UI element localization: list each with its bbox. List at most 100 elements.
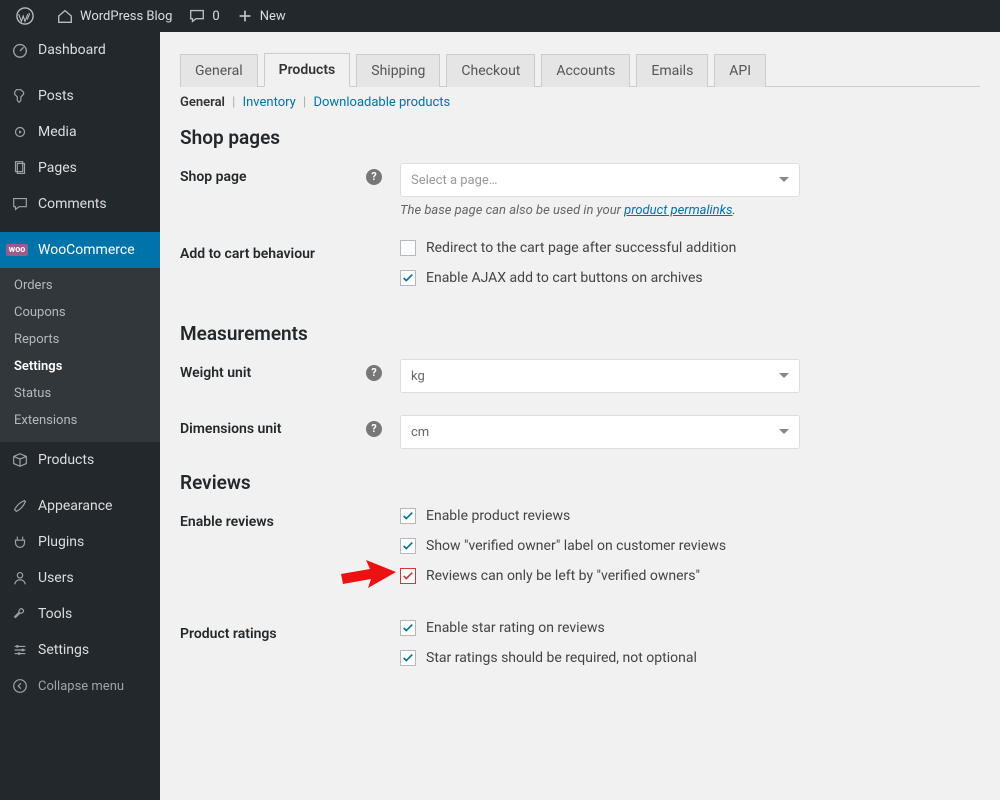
- sidebar-item-label: Media: [38, 124, 77, 140]
- plug-icon: [10, 532, 30, 552]
- tab-emails[interactable]: Emails: [636, 54, 708, 87]
- label-weight-unit: Weight unit ?: [180, 359, 400, 381]
- label-product-ratings: Product ratings: [180, 620, 400, 642]
- sidebar-item-users[interactable]: Users: [0, 560, 160, 596]
- chevron-down-icon: [779, 177, 789, 187]
- annotation-arrow-icon: [338, 560, 398, 596]
- section-title-shop-pages: Shop pages: [180, 126, 980, 149]
- sidebar-item-label: Products: [38, 452, 94, 468]
- sidebar-item-products[interactable]: Products: [0, 442, 160, 478]
- sidebar-item-label: Users: [38, 570, 74, 586]
- checkbox-show-verified-owner-label[interactable]: [400, 538, 416, 554]
- label-enable-reviews: Enable reviews: [180, 508, 400, 530]
- sidebar-subitem-orders[interactable]: Orders: [0, 272, 160, 299]
- user-icon: [10, 568, 30, 588]
- woocommerce-icon: woo: [10, 240, 30, 260]
- shop-page-select[interactable]: Select a page…: [400, 163, 800, 197]
- tab-accounts[interactable]: Accounts: [541, 54, 630, 87]
- plus-icon: [236, 7, 254, 25]
- checkbox-label: Enable star rating on reviews: [426, 620, 605, 636]
- tab-checkout[interactable]: Checkout: [446, 54, 535, 87]
- tab-shipping[interactable]: Shipping: [356, 54, 440, 87]
- brush-icon: [10, 496, 30, 516]
- sidebar-item-label: Plugins: [38, 534, 84, 550]
- sidebar-item-pages[interactable]: Pages: [0, 150, 160, 186]
- woocommerce-submenu: Orders Coupons Reports Settings Status E…: [0, 268, 160, 442]
- collapse-icon: [10, 676, 30, 696]
- sidebar-item-plugins[interactable]: Plugins: [0, 524, 160, 560]
- media-icon: [10, 122, 30, 142]
- separator: |: [228, 95, 239, 110]
- section-title-reviews: Reviews: [180, 471, 980, 494]
- help-icon[interactable]: ?: [366, 169, 382, 185]
- tab-api[interactable]: API: [714, 54, 766, 87]
- sidebar-subitem-reports[interactable]: Reports: [0, 326, 160, 353]
- sidebar-item-appearance[interactable]: Appearance: [0, 488, 160, 524]
- sidebar-item-label: Pages: [38, 160, 77, 176]
- sidebar-subitem-coupons[interactable]: Coupons: [0, 299, 160, 326]
- tab-products[interactable]: Products: [264, 53, 351, 87]
- sidebar-subitem-status[interactable]: Status: [0, 380, 160, 407]
- checkbox-enable-product-reviews[interactable]: [400, 508, 416, 524]
- subtab-downloadable[interactable]: Downloadable products: [313, 95, 450, 110]
- settings-content: General Products Shipping Checkout Accou…: [160, 32, 1000, 800]
- label-dimensions-unit: Dimensions unit ?: [180, 415, 400, 437]
- dimensions-unit-value: cm: [411, 425, 429, 440]
- chevron-down-icon: [779, 373, 789, 383]
- comment-icon: [10, 194, 30, 214]
- sidebar-subitem-extensions[interactable]: Extensions: [0, 407, 160, 434]
- dimensions-unit-select[interactable]: cm: [400, 415, 800, 449]
- new-content-link[interactable]: New: [228, 0, 294, 32]
- weight-unit-value: kg: [411, 369, 425, 384]
- collapse-menu-button[interactable]: Collapse menu: [0, 668, 160, 704]
- new-label: New: [260, 9, 286, 24]
- wordpress-logo-icon: [16, 7, 34, 25]
- checkbox-star-rating-required[interactable]: [400, 650, 416, 666]
- site-title: WordPress Blog: [80, 9, 172, 24]
- checkbox-reviews-verified-owners-only[interactable]: [400, 568, 416, 584]
- admin-toolbar: WordPress Blog 0 New: [0, 0, 1000, 32]
- products-subtabs: General | Inventory | Downloadable produ…: [180, 95, 980, 110]
- gauge-icon: [10, 40, 30, 60]
- label-shop-page: Shop page ?: [180, 163, 400, 185]
- box-icon: [10, 450, 30, 470]
- label-add-to-cart: Add to cart behaviour: [180, 240, 400, 262]
- tab-general[interactable]: General: [180, 54, 258, 87]
- subtab-inventory[interactable]: Inventory: [243, 95, 296, 110]
- sidebar-item-comments[interactable]: Comments: [0, 186, 160, 222]
- admin-sidebar: Dashboard Posts Media Pages Comments woo…: [0, 32, 160, 800]
- checkbox-enable-star-rating[interactable]: [400, 620, 416, 636]
- weight-unit-select[interactable]: kg: [400, 359, 800, 393]
- section-title-measurements: Measurements: [180, 322, 980, 345]
- checkbox-redirect-cart[interactable]: [400, 240, 416, 256]
- sidebar-item-dashboard[interactable]: Dashboard: [0, 32, 160, 68]
- sidebar-item-label: Appearance: [38, 498, 112, 514]
- pages-icon: [10, 158, 30, 178]
- subtab-general[interactable]: General: [180, 95, 225, 110]
- wp-logo-menu[interactable]: [8, 0, 48, 32]
- sidebar-item-label: WooCommerce: [38, 242, 135, 258]
- sidebar-subitem-settings[interactable]: Settings: [0, 353, 160, 380]
- checkbox-label: Enable product reviews: [426, 508, 570, 524]
- help-icon[interactable]: ?: [366, 421, 382, 437]
- sidebar-item-woocommerce[interactable]: woo WooCommerce: [0, 232, 160, 268]
- sidebar-item-posts[interactable]: Posts: [0, 78, 160, 114]
- help-icon[interactable]: ?: [366, 365, 382, 381]
- shop-page-placeholder: Select a page…: [411, 173, 498, 188]
- sidebar-item-label: Dashboard: [38, 42, 106, 58]
- settings-tabs: General Products Shipping Checkout Accou…: [180, 52, 980, 87]
- checkbox-label: Redirect to the cart page after successf…: [426, 240, 736, 256]
- pin-icon: [10, 86, 30, 106]
- sidebar-item-media[interactable]: Media: [0, 114, 160, 150]
- comment-icon: [188, 7, 206, 25]
- chevron-down-icon: [779, 429, 789, 439]
- home-icon: [56, 7, 74, 25]
- comments-link[interactable]: 0: [180, 0, 227, 32]
- site-home-link[interactable]: WordPress Blog: [48, 0, 180, 32]
- product-permalinks-link[interactable]: product permalinks: [624, 203, 732, 218]
- sidebar-item-label: Settings: [38, 642, 89, 658]
- sidebar-item-tools[interactable]: Tools: [0, 596, 160, 632]
- checkbox-ajax-add-to-cart[interactable]: [400, 270, 416, 286]
- sidebar-item-label: Tools: [38, 606, 72, 622]
- sidebar-item-settings[interactable]: Settings: [0, 632, 160, 668]
